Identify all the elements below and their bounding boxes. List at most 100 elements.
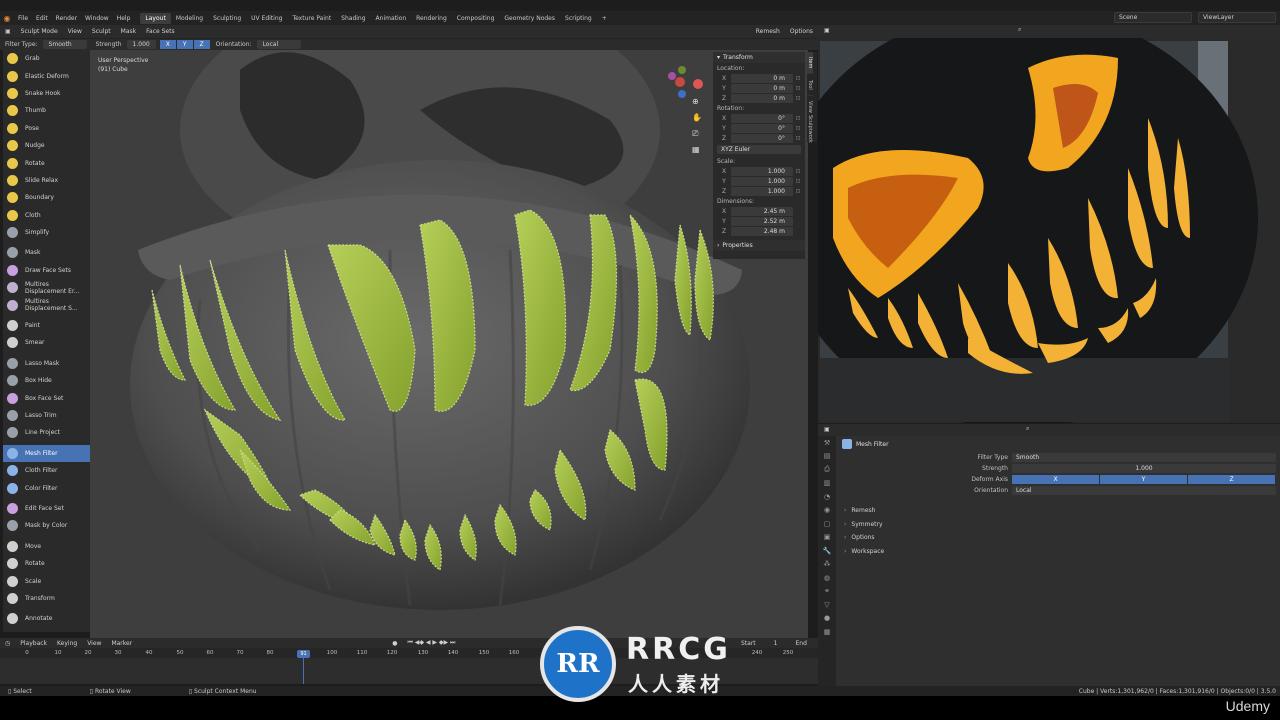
orientation-dropdown[interactable]: Local — [256, 40, 301, 49]
tool-elastic-deform[interactable]: Elastic Deform — [3, 67, 90, 84]
scene-selector[interactable]: Scene — [1114, 12, 1192, 23]
tool-transform[interactable]: Transform — [3, 590, 90, 607]
gizmo-z-axis[interactable] — [678, 90, 686, 98]
particles-tab-icon[interactable]: ⁂ — [818, 558, 836, 572]
camera-icon[interactable]: ⎚ — [692, 129, 699, 138]
rotation-z-field[interactable]: 0° — [731, 133, 793, 143]
tool-box-hide[interactable]: Box Hide — [3, 372, 90, 389]
editor-type-icon[interactable]: ▣ — [824, 27, 830, 34]
render-tab-icon[interactable]: ▤ — [818, 450, 836, 464]
grid-icon[interactable]: ▦ — [692, 145, 700, 154]
tool-line-project[interactable]: Line Project — [3, 424, 90, 441]
menu-mask[interactable]: Mask — [116, 28, 141, 35]
tool-multires-displacement-er[interactable]: Multires Displacement Er... — [3, 279, 90, 296]
tool-mesh-filter[interactable]: Mesh Filter — [3, 444, 90, 462]
lock-icon[interactable]: ⊡ — [793, 135, 803, 142]
output-tab-icon[interactable]: ⎙ — [818, 463, 836, 477]
transform-panel-header[interactable]: ▾ Transform — [713, 52, 805, 63]
current-frame-badge[interactable]: 91 — [297, 650, 310, 658]
deform-axis-x[interactable]: X — [1012, 475, 1100, 484]
tool-box-face-set[interactable]: Box Face Set — [3, 389, 90, 406]
subpanel-remesh[interactable]: › Remesh — [836, 504, 1280, 518]
workspace-tab-geometry-nodes[interactable]: Geometry Nodes — [499, 13, 560, 24]
menu-keying[interactable]: Keying — [52, 640, 82, 647]
lock-icon[interactable]: ⊡ — [793, 115, 803, 122]
gizmo-neg-x-axis[interactable] — [693, 79, 703, 89]
workspace-tab-shading[interactable]: Shading — [336, 13, 370, 24]
workspace-tab--[interactable]: + — [597, 13, 612, 24]
texture-tab-icon[interactable]: ▦ — [818, 625, 836, 639]
location-y-field[interactable]: 0 m — [731, 83, 793, 93]
tool-smear[interactable]: Smear — [3, 334, 90, 351]
zoom-icon[interactable]: ⊕ — [692, 97, 699, 106]
workspace-tab-rendering[interactable]: Rendering — [411, 13, 452, 24]
search-icon[interactable]: ⌕ — [1026, 425, 1029, 433]
deform-axis-y[interactable]: Y — [1100, 475, 1188, 484]
data-tab-icon[interactable]: ▽ — [818, 598, 836, 612]
view-layer-selector[interactable]: ViewLayer — [1198, 12, 1276, 23]
menu-help[interactable]: Help — [113, 15, 135, 22]
object-tab-icon[interactable]: ▣ — [818, 531, 836, 545]
scale-x-field[interactable]: 1.000 — [731, 166, 793, 176]
menu-view-timeline[interactable]: View — [82, 640, 106, 647]
dimensions-z-field[interactable]: 2.48 m — [731, 226, 793, 236]
menu-file[interactable]: File — [14, 15, 32, 22]
tool-draw-face-sets[interactable]: Draw Face Sets — [3, 262, 90, 279]
editor-type-icon[interactable]: ▣ — [824, 426, 830, 433]
workspace-tab-sculpting[interactable]: Sculpting — [208, 13, 246, 24]
lock-icon[interactable]: ⊡ — [793, 95, 803, 102]
tool-lasso-trim[interactable]: Lasso Trim — [3, 407, 90, 424]
workspace-tab-compositing[interactable]: Compositing — [452, 13, 500, 24]
menu-sculpt[interactable]: Sculpt — [87, 28, 116, 35]
tool-mask-by-color[interactable]: Mask by Color — [3, 517, 90, 534]
tool-nudge[interactable]: Nudge — [3, 137, 90, 154]
collection-tab-icon[interactable]: ▢ — [818, 517, 836, 531]
tool-boundary[interactable]: Boundary — [3, 189, 90, 206]
lock-icon[interactable]: ⊡ — [793, 188, 803, 195]
material-tab-icon[interactable]: ● — [818, 612, 836, 626]
tool-slide-relax[interactable]: Slide Relax — [3, 172, 90, 189]
lock-icon[interactable]: ⊡ — [793, 85, 803, 92]
location-z-field[interactable]: 0 m — [731, 93, 793, 103]
menu-playback[interactable]: Playback — [15, 640, 52, 647]
tool-pose[interactable]: Pose — [3, 120, 90, 137]
scene-tab-icon[interactable]: ◔ — [818, 490, 836, 504]
tool-snake-hook[interactable]: Snake Hook — [3, 85, 90, 102]
subpanel-workspace[interactable]: › Workspace — [836, 545, 1280, 559]
lock-icon[interactable]: ⊡ — [793, 178, 803, 185]
menu-render[interactable]: Render — [52, 15, 81, 22]
playback-controls[interactable]: ⏮ ◀◆ ◀ ▶ ◆▶ ⏭ — [402, 639, 460, 647]
tool-paint[interactable]: Paint — [3, 317, 90, 334]
workspace-tab-texture-paint[interactable]: Texture Paint — [287, 13, 336, 24]
pan-icon[interactable]: ✋ — [692, 112, 702, 122]
modifier-tab-icon[interactable]: 🔧 — [818, 544, 836, 558]
menu-view[interactable]: View — [63, 28, 87, 35]
dimensions-y-field[interactable]: 2.52 m — [731, 216, 793, 226]
orientation-dropdown[interactable]: Local — [1012, 486, 1276, 495]
tool-thumb[interactable]: Thumb — [3, 102, 90, 119]
lock-icon[interactable]: ⊡ — [793, 168, 803, 175]
rotation-mode-dropdown[interactable]: XYZ Euler — [717, 145, 801, 154]
menu-options[interactable]: Options — [785, 28, 818, 35]
tab-item[interactable]: Item — [807, 52, 813, 74]
scale-y-field[interactable]: 1.000 — [731, 176, 793, 186]
menu-marker[interactable]: Marker — [106, 640, 137, 647]
tool-annotate[interactable]: Annotate — [3, 610, 90, 627]
location-x-field[interactable]: 0 m — [731, 73, 793, 83]
constraints-tab-icon[interactable]: ⚭ — [818, 585, 836, 599]
blender-logo-icon[interactable]: ◉ — [0, 11, 14, 25]
menu-edit[interactable]: Edit — [32, 15, 52, 22]
tab-tool[interactable]: Tool — [807, 74, 813, 96]
mode-selector[interactable]: Sculpt Mode — [16, 28, 63, 35]
workspace-tab-animation[interactable]: Animation — [371, 13, 412, 24]
tool-mask[interactable]: Mask — [3, 244, 90, 261]
axis-z-toggle[interactable]: Z — [193, 40, 211, 49]
navigation-gizmo[interactable]: ⊕ ✋ ⎚ ▦ — [660, 62, 708, 162]
subpanel-options[interactable]: › Options — [836, 531, 1280, 545]
workspace-tab-scripting[interactable]: Scripting — [560, 13, 597, 24]
lock-icon[interactable]: ⊡ — [793, 75, 803, 82]
workspace-tab-uv-editing[interactable]: UV Editing — [246, 13, 287, 24]
tool-edit-face-set[interactable]: Edit Face Set — [3, 500, 90, 517]
reference-image-viewer[interactable] — [818, 38, 1280, 423]
tool-cloth[interactable]: Cloth — [3, 207, 90, 224]
